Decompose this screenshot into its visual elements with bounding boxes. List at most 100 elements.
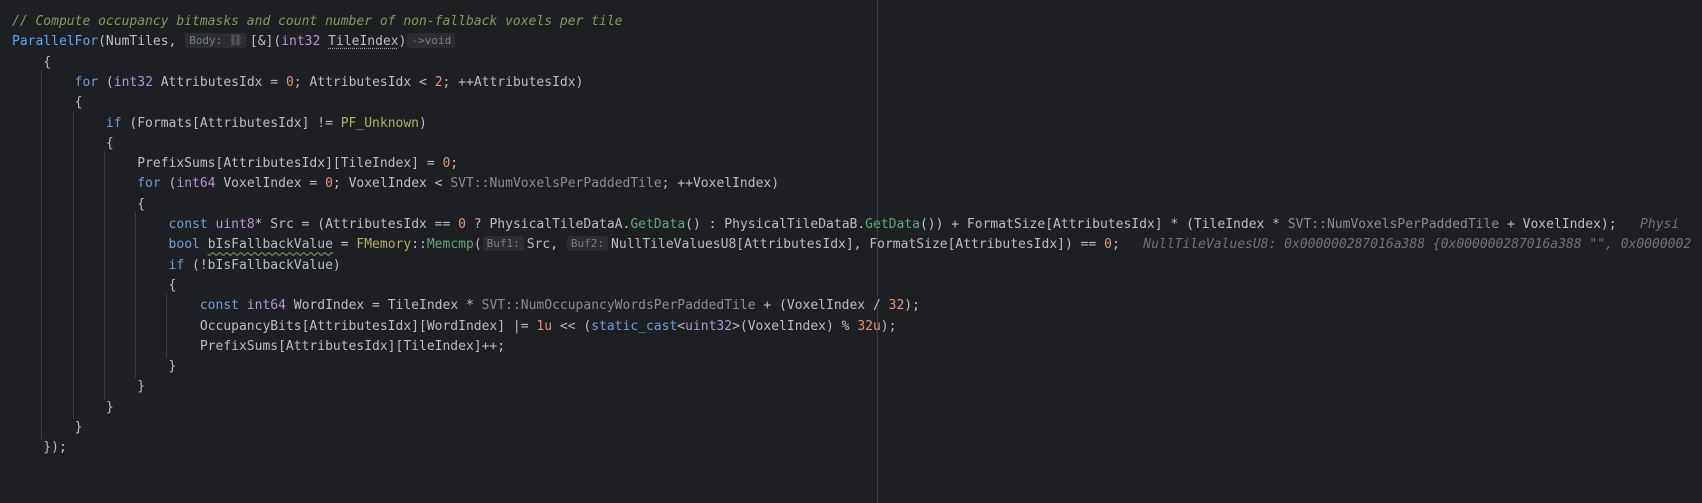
code-token: int64 bbox=[176, 176, 216, 192]
code-token: bool bbox=[168, 237, 200, 253]
code-token: OccupancyBits[AttributesIdx][WordIndex] … bbox=[12, 318, 537, 334]
code-token: << ( bbox=[552, 318, 592, 334]
code-token: FMemory bbox=[356, 237, 412, 253]
code-token: AttributesIdx = bbox=[152, 74, 286, 90]
code-line[interactable]: } bbox=[12, 397, 114, 419]
inlay-hint: ->void bbox=[407, 33, 456, 49]
code-token: PrefixSums[AttributesIdx][TileIndex]++; bbox=[12, 338, 506, 354]
code-token: ? PhysicalTileDataA. bbox=[465, 217, 631, 232]
code-line[interactable]: PrefixSums[AttributesIdx][TileIndex] = 0… bbox=[12, 153, 458, 175]
code-line[interactable]: const int64 WordIndex = TileIndex * SVT:… bbox=[12, 295, 920, 317]
code-line[interactable]: { bbox=[12, 194, 145, 216]
code-token: } bbox=[12, 399, 114, 415]
code-token: >(VoxelIndex) % bbox=[732, 318, 858, 334]
code-line[interactable]: bool bIsFallbackValue = FMemory::Memcmp(… bbox=[12, 234, 1691, 256]
code-token: < bbox=[677, 318, 686, 334]
inline-debug-value: Physi bbox=[1632, 217, 1680, 232]
code-token: WordIndex = TileIndex * bbox=[285, 298, 482, 314]
code-line[interactable]: const uint8* Src = (AttributesIdx == 0 ?… bbox=[12, 214, 1680, 236]
code-token: ; bbox=[1111, 237, 1136, 253]
code-line[interactable]: ParallelFor(NumTiles, Body: ⛓ [&](int32 T… bbox=[12, 31, 458, 53]
code-line[interactable]: OccupancyBits[AttributesIdx][WordIndex] … bbox=[12, 316, 897, 338]
code-token: :: bbox=[411, 237, 427, 253]
code-line[interactable]: } bbox=[12, 417, 83, 439]
code-line[interactable]: } bbox=[12, 356, 177, 378]
code-token: (Formats[AttributesIdx] != bbox=[121, 115, 341, 131]
code-token: GetData bbox=[865, 217, 920, 232]
code-token: for bbox=[74, 74, 99, 90]
code-token: ); bbox=[904, 298, 920, 314]
code-token: ( bbox=[473, 237, 482, 253]
code-token: SVT::NumVoxelsPerPaddedTile bbox=[1287, 217, 1500, 232]
code-token: ) bbox=[398, 34, 407, 50]
code-line[interactable]: { bbox=[12, 275, 177, 297]
code-token: ); bbox=[880, 318, 897, 334]
code-line[interactable]: { bbox=[12, 92, 83, 114]
code-token: TileIndex bbox=[328, 34, 399, 50]
code-token: GetData bbox=[630, 217, 686, 232]
code-token: uint32 bbox=[685, 318, 733, 334]
code-token: int64 bbox=[246, 298, 286, 314]
code-token: if bbox=[168, 257, 185, 273]
inlay-hint: Buf1: bbox=[482, 236, 524, 252]
code-token: VoxelIndex = bbox=[215, 176, 326, 192]
code-line[interactable]: { bbox=[12, 52, 51, 74]
code-token: * Src = (AttributesIdx == bbox=[254, 217, 459, 232]
code-line[interactable]: } bbox=[12, 376, 145, 398]
code-line[interactable]: }); bbox=[12, 437, 67, 459]
code-token: = bbox=[332, 237, 357, 253]
inline-debug-value: NullTileValuesU8: 0x000000287016a388 {0x… bbox=[1135, 237, 1692, 253]
code-token: SVT::NumVoxelsPerPaddedTile bbox=[450, 176, 662, 192]
code-token: const bbox=[168, 217, 208, 232]
code-line[interactable]: PrefixSums[AttributesIdx][TileIndex]++; bbox=[12, 336, 505, 358]
code-token: Memcmp bbox=[426, 237, 474, 253]
code-token: ; bbox=[450, 156, 459, 172]
code-editor[interactable]: // Compute occupancy bitmasks and count … bbox=[0, 0, 1702, 503]
code-token: int32 bbox=[281, 34, 321, 50]
code-token: static_cast bbox=[591, 318, 678, 334]
code-token: { bbox=[12, 135, 114, 151]
code-token: 32 bbox=[888, 298, 905, 314]
code-token: ()) + FormatSize[AttributesIdx] * (TileI… bbox=[919, 217, 1288, 232]
code-token: SVT::NumOccupancyWordsPerPaddedTile bbox=[481, 298, 756, 314]
code-token: ( bbox=[160, 176, 177, 192]
code-token: ( bbox=[98, 74, 114, 90]
code-token: 2 bbox=[434, 74, 443, 90]
inlay-hint: Buf2: bbox=[566, 236, 609, 252]
code-token: + VoxelIndex); bbox=[1499, 217, 1633, 232]
code-token: }); bbox=[12, 440, 67, 456]
code-token: [&]( bbox=[249, 34, 282, 50]
code-token: ParallelFor bbox=[12, 34, 99, 50]
code-line[interactable]: for (int64 VoxelIndex = 0; VoxelIndex < … bbox=[12, 173, 779, 195]
code-token: } bbox=[12, 359, 177, 375]
code-token: 0 bbox=[285, 74, 294, 90]
code-line[interactable]: if (Formats[AttributesIdx] != PF_Unknown… bbox=[12, 113, 427, 135]
code-line[interactable]: { bbox=[12, 133, 114, 155]
code-line[interactable]: for (int32 AttributesIdx = 0; Attributes… bbox=[12, 72, 584, 94]
code-token: PrefixSums[AttributesIdx][TileIndex] = bbox=[12, 156, 443, 172]
code-token: ; ++VoxelIndex) bbox=[661, 176, 780, 192]
code-token: 1u bbox=[536, 318, 553, 334]
code-token: uint8 bbox=[215, 217, 255, 232]
code-token: + (VoxelIndex / bbox=[755, 298, 889, 314]
code-token: int32 bbox=[113, 74, 153, 90]
code-token: 0 bbox=[1104, 237, 1112, 253]
code-token: ; VoxelIndex < bbox=[332, 176, 451, 192]
code-token: 0 bbox=[458, 217, 466, 232]
code-line[interactable]: // Compute occupancy bitmasks and count … bbox=[12, 11, 622, 33]
code-token: NullTileValuesU8[AttributesIdx], FormatS… bbox=[611, 237, 1105, 253]
code-line[interactable]: if (!bIsFallbackValue) bbox=[12, 255, 341, 277]
code-token: bIsFallbackValue bbox=[207, 237, 333, 253]
code-token: Src, bbox=[526, 237, 566, 253]
code-token: for bbox=[137, 176, 161, 192]
code-token: PF_Unknown bbox=[340, 115, 420, 131]
code-token: () : PhysicalTileDataB. bbox=[685, 217, 866, 232]
inlay-hint: Body: ⛓ bbox=[185, 33, 247, 49]
code-token: } bbox=[12, 379, 146, 395]
